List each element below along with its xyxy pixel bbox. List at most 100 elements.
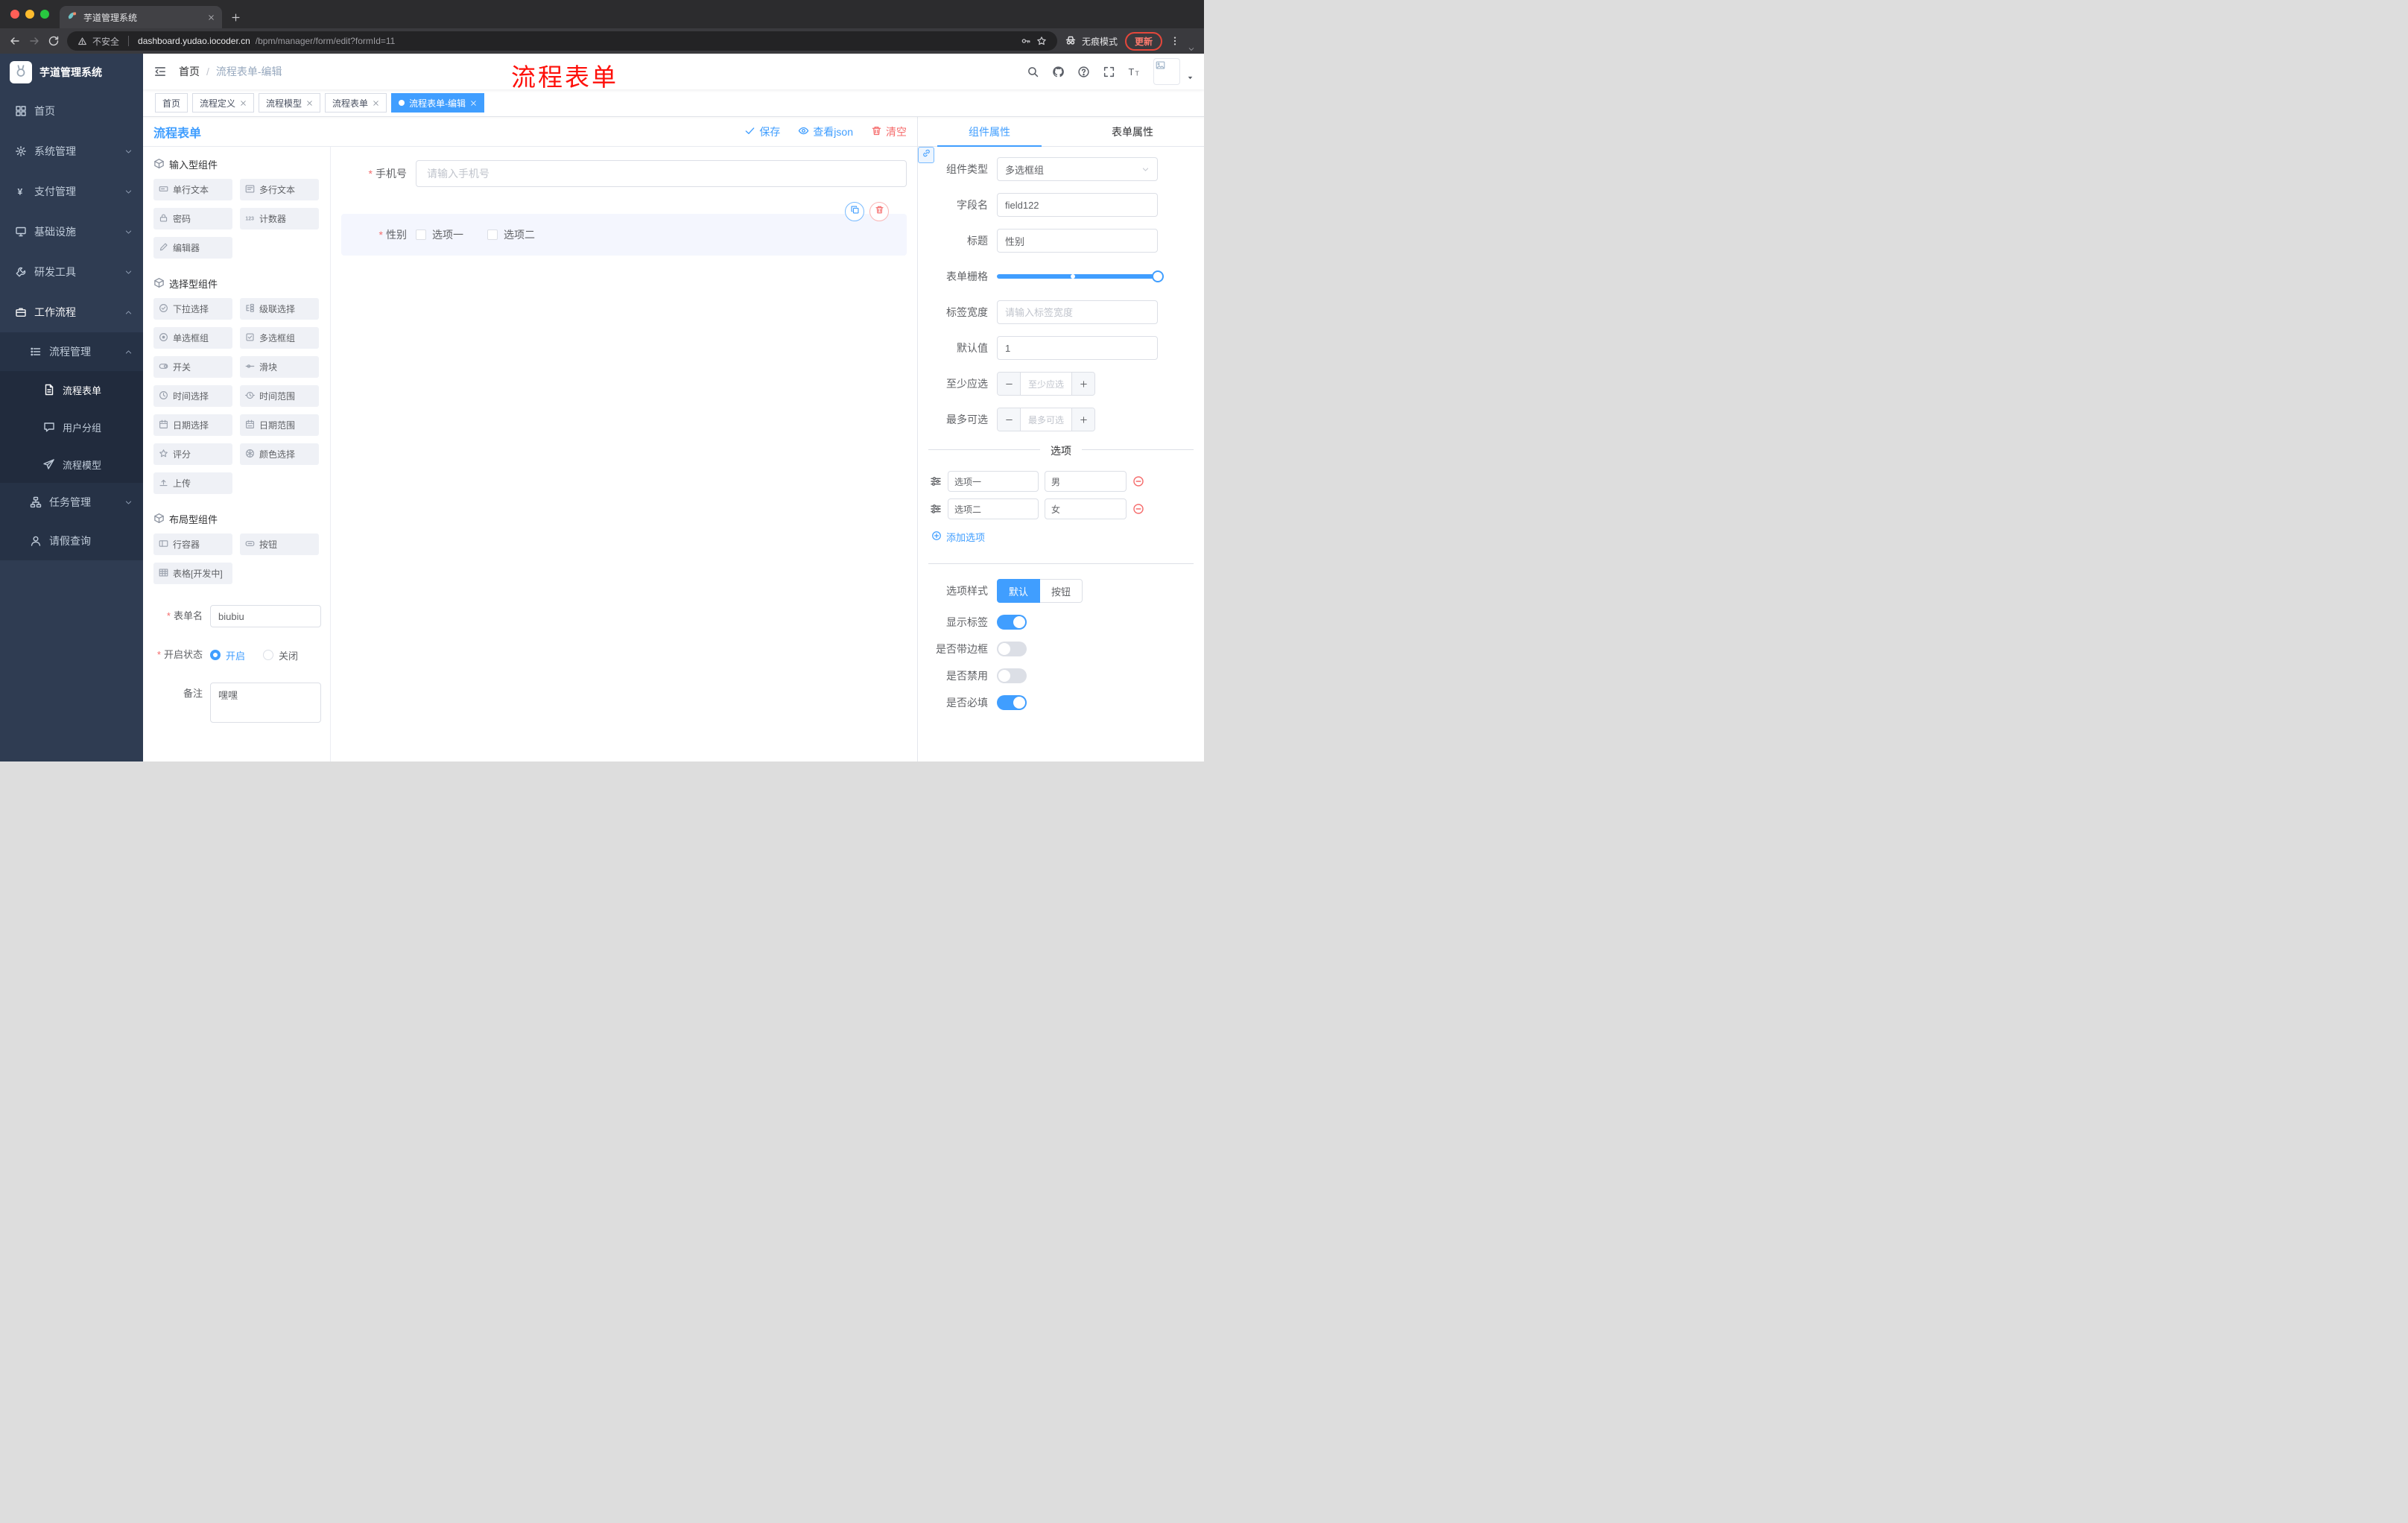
sidebar-item-devtools[interactable]: 研发工具 [0, 252, 143, 292]
sidebar-item-task-mgmt[interactable]: 任务管理 [0, 483, 143, 522]
tab-component-props[interactable]: 组件属性 [918, 117, 1061, 147]
drag-handle-icon[interactable] [930, 475, 942, 487]
stepper-value[interactable]: 最多可选 [1021, 408, 1071, 431]
palette-item-button[interactable]: 按钮 [240, 533, 319, 555]
stepper-plus-button[interactable] [1071, 373, 1094, 395]
checkbox-option-2[interactable]: 选项二 [487, 227, 535, 242]
checkbox-option-1[interactable]: 选项一 [416, 227, 463, 242]
sidebar-item-infrastructure[interactable]: 基础设施 [0, 212, 143, 252]
option-value-input[interactable] [1045, 498, 1127, 519]
tag-close-icon[interactable] [240, 100, 247, 107]
window-minimize-button[interactable] [25, 10, 34, 19]
palette-item-time-picker[interactable]: 时间选择 [153, 385, 232, 407]
sidebar-item-process-form[interactable]: 流程表单 [0, 371, 143, 408]
browser-menu-icon[interactable] [1170, 36, 1180, 46]
avatar-caret-icon[interactable] [1187, 75, 1194, 81]
save-button[interactable]: 保存 [744, 124, 780, 139]
delete-field-button[interactable] [869, 202, 889, 221]
back-button[interactable] [9, 35, 21, 47]
palette-item-checkbox-group[interactable]: 多选框组 [240, 327, 319, 349]
forward-button[interactable] [28, 35, 40, 47]
disabled-switch[interactable] [997, 668, 1027, 683]
default-value-input[interactable] [997, 336, 1158, 360]
palette-item-counter[interactable]: 123 计数器 [240, 208, 319, 229]
palette-item-row-container[interactable]: 行容器 [153, 533, 232, 555]
sidebar-item-system[interactable]: 系统管理 [0, 131, 143, 171]
option-label-input[interactable] [948, 498, 1039, 519]
canvas-field-gender-selected[interactable]: 性别 选项一 选项二 [341, 202, 907, 256]
stepper-minus-button[interactable] [998, 373, 1021, 395]
menu-fold-icon[interactable] [153, 65, 167, 78]
label-width-input[interactable] [997, 300, 1158, 324]
canvas-field-phone[interactable]: 手机号 [341, 160, 907, 187]
view-json-button[interactable]: 查看json [798, 124, 853, 139]
palette-item-upload[interactable]: 上传 [153, 472, 232, 494]
github-icon[interactable] [1052, 66, 1065, 78]
tag-close-icon[interactable] [306, 100, 313, 107]
style-button-button[interactable]: 按钮 [1040, 579, 1083, 603]
sidebar-item-process-mgmt[interactable]: 流程管理 [0, 332, 143, 371]
field-name-input[interactable] [997, 193, 1158, 217]
sidebar-item-home[interactable]: 首页 [0, 91, 143, 131]
palette-item-date-picker[interactable]: 日期选择 [153, 414, 232, 436]
tag-close-icon[interactable] [470, 100, 477, 107]
search-icon[interactable] [1027, 66, 1039, 78]
drag-handle-icon[interactable] [930, 503, 942, 515]
fullscreen-icon[interactable] [1103, 66, 1115, 78]
stepper-plus-button[interactable] [1071, 408, 1094, 431]
tag-process-model[interactable]: 流程模型 [259, 93, 321, 113]
radio-on[interactable]: 开启 [210, 648, 245, 662]
sidebar-item-leave-query[interactable]: 请假查询 [0, 522, 143, 560]
sidebar-item-process-model[interactable]: 流程模型 [0, 446, 143, 483]
browser-tab[interactable]: 芋道管理系统 [60, 6, 222, 28]
grid-slider[interactable] [997, 265, 1164, 288]
password-key-icon[interactable] [1021, 36, 1031, 46]
font-size-icon[interactable]: TT [1128, 66, 1141, 78]
palette-item-select[interactable]: 下拉选择 [153, 298, 232, 320]
title-input[interactable] [997, 229, 1158, 253]
style-default-button[interactable]: 默认 [997, 579, 1041, 603]
option-label-input[interactable] [948, 471, 1039, 492]
url-field[interactable]: 不安全 dashboard.yudao.iocoder.cn /bpm/mana… [67, 31, 1057, 51]
palette-item-switch[interactable]: 开关 [153, 356, 232, 378]
form-remark-textarea[interactable]: 嘿嘿 [210, 683, 321, 723]
palette-item-rate[interactable]: 评分 [153, 443, 232, 465]
slider-handle[interactable] [1152, 270, 1164, 282]
palette-item-single-line-text[interactable]: 单行文本 [153, 179, 232, 200]
palette-item-slider[interactable]: 滑块 [240, 356, 319, 378]
option-value-input[interactable] [1045, 471, 1127, 492]
avatar[interactable] [1153, 58, 1180, 85]
remove-option-icon[interactable] [1132, 503, 1144, 515]
stepper-minus-button[interactable] [998, 408, 1021, 431]
tag-home[interactable]: 首页 [155, 93, 188, 113]
tag-close-icon[interactable] [373, 100, 379, 107]
palette-item-cascader[interactable]: 级联选择 [240, 298, 319, 320]
radio-off[interactable]: 关闭 [263, 648, 298, 662]
form-name-input[interactable] [210, 605, 321, 627]
sidebar-item-payment[interactable]: ¥ 支付管理 [0, 171, 143, 212]
bookmark-star-icon[interactable] [1036, 36, 1047, 46]
component-type-select[interactable]: 多选框组 [997, 157, 1158, 181]
clear-button[interactable]: 清空 [871, 124, 907, 139]
tag-process-form[interactable]: 流程表单 [325, 93, 387, 113]
browser-update-button[interactable]: 更新 [1124, 31, 1162, 51]
phone-input[interactable] [416, 160, 907, 187]
tag-process-form-edit[interactable]: 流程表单-编辑 [391, 93, 485, 113]
link-button[interactable] [918, 147, 934, 163]
tab-form-props[interactable]: 表单属性 [1061, 117, 1204, 146]
palette-item-radio-group[interactable]: 单选框组 [153, 327, 232, 349]
palette-item-table[interactable]: 表格[开发中] [153, 563, 232, 584]
tab-close-icon[interactable] [208, 14, 215, 21]
palette-item-password[interactable]: 密码 [153, 208, 232, 229]
palette-item-time-range[interactable]: 时间范围 [240, 385, 319, 407]
show-label-switch[interactable] [997, 615, 1027, 630]
reload-button[interactable] [48, 35, 60, 47]
palette-item-date-range[interactable]: 日期范围 [240, 414, 319, 436]
sidebar-item-workflow[interactable]: 工作流程 [0, 292, 143, 332]
help-icon[interactable] [1077, 66, 1090, 78]
add-option-button[interactable]: 添加选项 [918, 530, 1204, 544]
palette-item-color-picker[interactable]: 颜色选择 [240, 443, 319, 465]
with-border-switch[interactable] [997, 642, 1027, 656]
window-close-button[interactable] [10, 10, 19, 19]
stepper-value[interactable]: 至少应选 [1021, 373, 1071, 395]
